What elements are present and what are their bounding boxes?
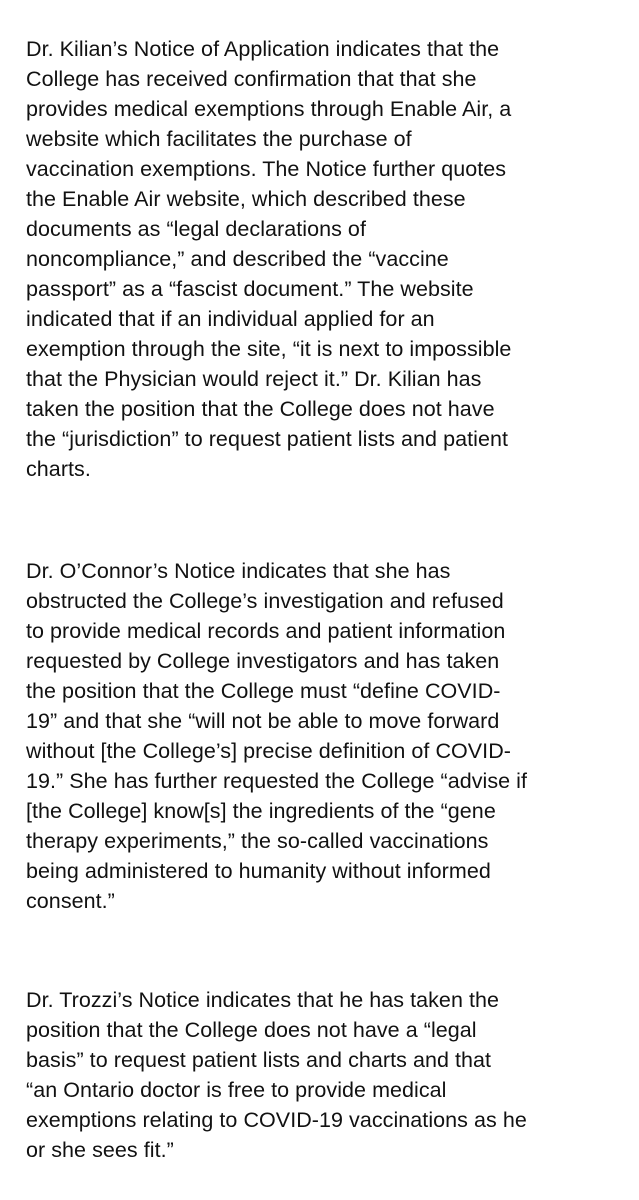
text-line: passport” as a “fascist document.” The w… — [26, 277, 474, 301]
text-line: without [the College’s] precise definiti… — [26, 739, 511, 763]
text-line: website which facilitates the purchase o… — [26, 127, 412, 151]
text-line: or she sees fit.” — [26, 1138, 174, 1162]
text-line: obstructed the College’s investigation a… — [26, 589, 504, 613]
text-line: 19.” She has further requested the Colle… — [26, 769, 528, 793]
text-line: noncompliance,” and described the “vacci… — [26, 247, 449, 271]
document-page: Dr. Kilian’s Notice of Application indic… — [0, 0, 639, 1200]
text-line: Dr. Trozzi’s Notice indicates that he ha… — [26, 988, 500, 1012]
text-line: Dr. Kilian’s Notice of Application indic… — [26, 37, 500, 61]
paragraph-trozzi: Dr. Trozzi’s Notice indicates that he ha… — [26, 985, 626, 1165]
text-line: exemption through the site, “it is next … — [26, 337, 512, 361]
text-line: requested by College investigators and h… — [26, 649, 500, 673]
text-line: [the College] know[s] the ingredients of… — [26, 799, 496, 823]
text-line: the Enable Air website, which described … — [26, 187, 466, 211]
text-line: consent.” — [26, 889, 115, 913]
text-line: provides medical exemptions through Enab… — [26, 97, 512, 121]
text-line: taken the position that the College does… — [26, 397, 495, 421]
text-line: the “jurisdiction” to request patient li… — [26, 427, 508, 451]
text-line: documents as “legal declarations of — [26, 217, 366, 241]
text-line: Dr. O’Connor’s Notice indicates that she… — [26, 559, 451, 583]
text-line: indicated that if an individual applied … — [26, 307, 435, 331]
text-line: exemptions relating to COVID-19 vaccinat… — [26, 1108, 527, 1132]
text-line: “an Ontario doctor is free to provide me… — [26, 1078, 447, 1102]
text-line: the position that the College must “defi… — [26, 679, 501, 703]
text-line: therapy experiments,” the so-called vacc… — [26, 829, 489, 853]
text-line: basis” to request patient lists and char… — [26, 1048, 492, 1072]
paragraph-oconnor: Dr. O’Connor’s Notice indicates that she… — [26, 556, 626, 916]
text-line: College has received confirmation that t… — [26, 67, 477, 91]
text-line: being administered to humanity without i… — [26, 859, 491, 883]
text-line: vaccination exemptions. The Notice furth… — [26, 157, 507, 181]
text-line: to provide medical records and patient i… — [26, 619, 506, 643]
text-line: that the Physician would reject it.” Dr.… — [26, 367, 482, 391]
text-line: charts. — [26, 457, 91, 481]
text-line: position that the College does not have … — [26, 1018, 477, 1042]
text-line: 19” and that she “will not be able to mo… — [26, 709, 500, 733]
paragraph-kilian: Dr. Kilian’s Notice of Application indic… — [26, 34, 626, 484]
